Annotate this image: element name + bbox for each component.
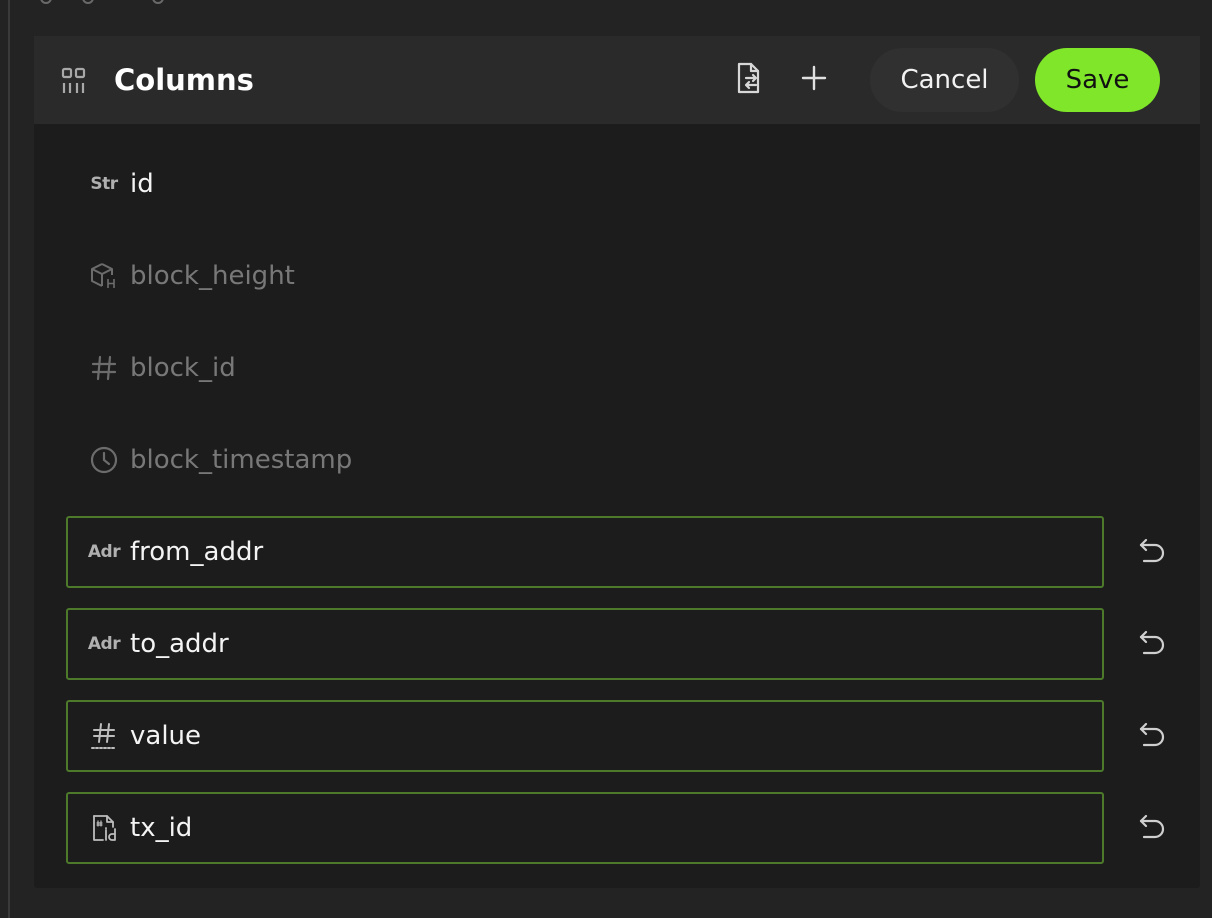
column-name: block_height xyxy=(130,261,295,291)
plus-icon xyxy=(800,64,828,96)
undo-icon xyxy=(1137,812,1167,844)
column-row-tx-id[interactable]: tx_id xyxy=(66,792,1104,864)
import-button[interactable] xyxy=(731,62,767,98)
circle-icon xyxy=(40,0,52,4)
panel-title: Columns xyxy=(114,63,254,97)
column-name: to_addr xyxy=(130,629,229,659)
column-name: id xyxy=(130,169,154,199)
revert-button[interactable] xyxy=(1132,808,1172,848)
circle-icon xyxy=(152,0,164,4)
toolbar-edge xyxy=(36,0,186,8)
undo-icon xyxy=(1137,628,1167,660)
columns-panel: Columns Cancel Save Str id block_height … xyxy=(34,36,1200,888)
column-row-block-id[interactable]: block_id xyxy=(66,332,1104,404)
type-label: Adr xyxy=(87,542,121,562)
column-row-id[interactable]: Str id xyxy=(66,148,1104,220)
column-name: block_timestamp xyxy=(130,445,353,475)
column-name: tx_id xyxy=(130,813,193,843)
column-row-block-height[interactable]: block_height xyxy=(66,240,1104,312)
column-row-from-addr[interactable]: Adr from_addr xyxy=(66,516,1104,588)
column-row-to-addr[interactable]: Adr to_addr xyxy=(66,608,1104,680)
address-type-icon: Adr xyxy=(86,518,122,586)
undo-icon xyxy=(1137,536,1167,568)
address-type-icon: Adr xyxy=(86,610,122,678)
hash-icon xyxy=(86,332,122,404)
string-type-icon: Str xyxy=(86,148,122,220)
column-row-block-timestamp[interactable]: block_timestamp xyxy=(66,424,1104,496)
file-import-icon xyxy=(734,61,764,99)
left-divider xyxy=(8,0,10,918)
type-label: Adr xyxy=(87,634,121,654)
type-label: Str xyxy=(90,174,118,194)
column-name: from_addr xyxy=(130,537,264,567)
file-id-icon xyxy=(86,794,122,862)
revert-button[interactable] xyxy=(1132,532,1172,572)
panel-header: Columns Cancel Save xyxy=(34,36,1200,124)
clock-icon xyxy=(86,424,122,496)
cancel-button[interactable]: Cancel xyxy=(870,48,1019,112)
revert-button[interactable] xyxy=(1132,624,1172,664)
column-name: value xyxy=(130,721,202,751)
revert-button[interactable] xyxy=(1132,716,1172,756)
undo-icon xyxy=(1137,720,1167,752)
number-type-icon xyxy=(86,702,122,770)
add-column-button[interactable] xyxy=(796,62,832,98)
column-name: block_id xyxy=(130,353,236,383)
save-button[interactable]: Save xyxy=(1035,48,1160,112)
grid-icon xyxy=(60,67,88,95)
circle-icon xyxy=(82,0,94,4)
column-row-value[interactable]: value xyxy=(66,700,1104,772)
block-height-icon xyxy=(86,240,122,312)
